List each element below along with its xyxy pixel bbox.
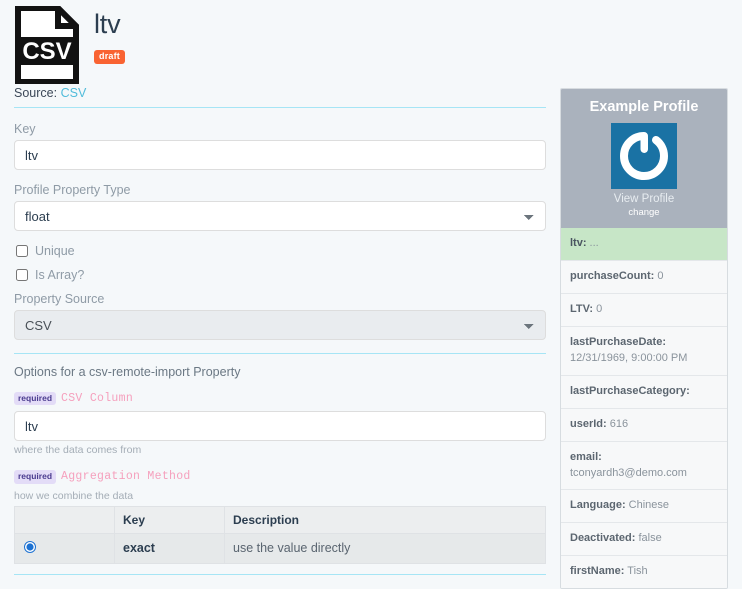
csv-file-icon: CSV xyxy=(14,6,80,84)
key-input[interactable] xyxy=(14,140,546,170)
unique-checkbox-row[interactable]: Unique xyxy=(14,244,546,258)
aggregation-method-option: required Aggregation Method how we combin… xyxy=(14,469,546,575)
unique-label[interactable]: Unique xyxy=(35,244,75,258)
aggregation-radio-exact[interactable] xyxy=(24,540,36,553)
property-key: firstName: xyxy=(570,565,625,578)
property-value: 0 xyxy=(593,302,603,315)
list-item: firstName: Tish xyxy=(561,556,727,589)
change-avatar-link[interactable]: change xyxy=(567,207,721,218)
source-line: Source: CSV xyxy=(8,86,546,107)
key-field-group: Key xyxy=(14,122,546,170)
column-header-key: Key xyxy=(114,505,225,534)
table-row[interactable]: exact use the value directly xyxy=(14,532,546,564)
source-link[interactable]: CSV xyxy=(61,86,87,100)
is-array-checkbox-row[interactable]: Is Array? xyxy=(14,268,546,282)
property-key: Deactivated: xyxy=(570,532,636,545)
example-profile-title: Example Profile xyxy=(589,99,699,115)
profile-property-type-label: Profile Property Type xyxy=(14,183,131,197)
page-root: CSV ltv draft Source: CSV Key Profile Pr… xyxy=(0,0,742,589)
property-key: LTV: xyxy=(570,302,594,315)
list-item: LTV: 0 xyxy=(561,293,727,327)
aggregation-help-text: how we combine the data xyxy=(14,489,134,502)
list-item: email: tconyardh3@demo.com xyxy=(561,441,727,491)
property-value: false xyxy=(635,532,662,545)
row-description-cell: use the value directly xyxy=(224,532,546,564)
csv-column-input[interactable] xyxy=(14,411,546,442)
aggregation-key-label: Aggregation Method xyxy=(61,470,191,484)
property-value: ... xyxy=(586,237,599,249)
list-item: Deactivated: false xyxy=(561,523,727,557)
property-value: 0 xyxy=(654,269,664,282)
property-key: Language: xyxy=(570,499,626,512)
property-value: 12/31/1969, 9:00:00 PM xyxy=(570,351,688,364)
list-item: ltv: ... xyxy=(561,228,727,261)
view-profile-link[interactable]: View Profile xyxy=(567,193,721,205)
csv-column-help-text: where the data comes from xyxy=(14,444,142,457)
unique-checkbox[interactable] xyxy=(16,245,28,257)
example-profile-header: Example Profile View Profile change xyxy=(561,89,727,228)
csv-column-key-label: CSV Column xyxy=(61,391,134,405)
csv-column-option: required CSV Column where the data comes … xyxy=(14,391,546,456)
main-content-column: CSV ltv draft Source: CSV Key Profile Pr… xyxy=(0,0,560,588)
is-array-checkbox[interactable] xyxy=(16,269,28,281)
profile-property-type-group: Profile Property Type float xyxy=(14,183,546,231)
aggregation-method-table: Key Description exact use the value dire… xyxy=(14,505,546,564)
key-label: Key xyxy=(14,122,36,136)
page-header: CSV ltv draft xyxy=(8,0,546,86)
property-value: tconyardh3@demo.com xyxy=(570,466,687,479)
required-badge: required xyxy=(14,470,57,484)
property-key: userId: xyxy=(570,417,607,430)
header-text-block: ltv draft xyxy=(94,6,125,65)
property-source-select: CSV xyxy=(14,310,546,340)
source-prefix-label: Source: xyxy=(14,86,58,100)
row-key-cell: exact xyxy=(114,532,225,564)
column-header-description: Description xyxy=(224,505,546,534)
divider-options xyxy=(14,353,546,354)
example-profile-card: Example Profile View Profile change ltv:… xyxy=(560,88,728,589)
profile-property-type-select[interactable]: float xyxy=(14,201,546,231)
status-badge: draft xyxy=(94,50,125,65)
page-title: ltv xyxy=(94,9,121,39)
is-array-label[interactable]: Is Array? xyxy=(35,268,84,282)
list-item: purchaseCount: 0 xyxy=(561,260,727,294)
row-select-cell[interactable] xyxy=(14,532,115,564)
csv-column-label-row: required CSV Column xyxy=(14,391,546,406)
options-section-title: Options for a csv-remote-import Property xyxy=(14,365,241,379)
property-value: Chinese xyxy=(625,499,670,512)
property-key: lastPurchaseCategory: xyxy=(570,384,690,397)
table-header-row: Key Description xyxy=(14,505,546,534)
profile-property-list: ltv: ... purchaseCount: 0 LTV: 0 lastPurcha… xyxy=(561,228,727,589)
property-source-label: Property Source xyxy=(14,292,105,306)
required-badge: required xyxy=(14,391,57,406)
gravatar-icon xyxy=(611,123,677,189)
property-key: ltv: xyxy=(570,237,587,249)
property-key: lastPurchaseDate: xyxy=(570,335,666,348)
list-item: userId: 616 xyxy=(561,408,727,442)
property-key: email: xyxy=(570,450,602,463)
example-profile-column: Example Profile View Profile change ltv:… xyxy=(560,0,742,589)
property-value: Tish xyxy=(624,565,648,578)
column-header-select xyxy=(14,505,115,534)
divider-bottom xyxy=(14,573,546,575)
aggregation-label-row: required Aggregation Method xyxy=(14,469,546,484)
list-item: lastPurchaseCategory: xyxy=(561,375,727,409)
options-section: Options for a csv-remote-import Property… xyxy=(8,365,546,575)
property-source-group: Property Source CSV xyxy=(14,292,546,340)
list-item: lastPurchaseDate: 12/31/1969, 9:00:00 PM xyxy=(561,326,727,376)
property-key: purchaseCount: xyxy=(570,269,655,282)
property-value: 616 xyxy=(606,417,629,430)
list-item: Language: Chinese xyxy=(561,490,727,524)
svg-text:CSV: CSV xyxy=(22,38,71,65)
divider-top xyxy=(14,107,546,108)
property-form: Key Profile Property Type float Unique I… xyxy=(8,122,546,340)
